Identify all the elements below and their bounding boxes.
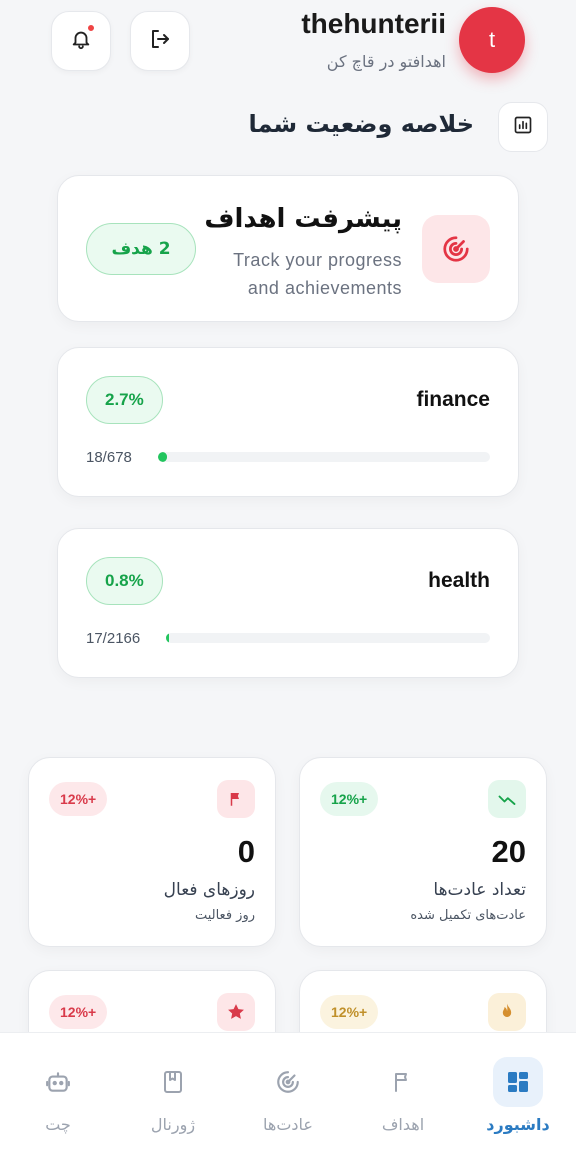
app-tagline: اهدافتو در قاچ کن [326, 52, 446, 71]
nav-item-dashboard[interactable]: داشبورد [468, 1057, 568, 1141]
trend-badge: 12%+ [49, 782, 108, 816]
goal-percent-badge: 2.7% [86, 376, 163, 424]
notification-dot [86, 23, 96, 33]
trend-badge: 12%+ [320, 782, 379, 816]
stat-sublabel: عادت‌های تکمیل شده [410, 908, 526, 923]
goal-count-badge: 2 هدف [86, 223, 196, 275]
star-icon [217, 993, 255, 1031]
book-icon [148, 1057, 198, 1107]
bar-chart-icon [513, 115, 533, 139]
goal-name: health [428, 569, 490, 592]
trend-badge: 12%+ [49, 995, 108, 1029]
nav-label: اهداف [381, 1115, 425, 1134]
stat-value: 20 [491, 834, 526, 869]
logout-icon [148, 27, 172, 55]
nav-item-habits[interactable]: عادت‌ها [238, 1057, 338, 1141]
stat-value: 0 [237, 834, 255, 869]
stat-card-active-days[interactable]: 12%+ 0 روزهای فعال روز فعالیت [28, 757, 276, 947]
target-icon [263, 1057, 313, 1107]
stat-sublabel: روز فعالیت [194, 908, 255, 923]
nav-item-journal[interactable]: ژورنال [123, 1057, 223, 1141]
avatar[interactable]: t [459, 7, 525, 73]
goal-card-finance[interactable]: finance 2.7% 18/678 [57, 347, 519, 497]
goal-percent-badge: 0.8% [86, 557, 163, 605]
nav-item-goals[interactable]: اهداف [353, 1057, 453, 1141]
dashboard-icon [493, 1057, 543, 1107]
nav-label: عادت‌ها [263, 1115, 313, 1134]
trend-badge: 12%+ [320, 995, 379, 1029]
flag-icon [217, 780, 255, 818]
goal-name: finance [416, 388, 490, 411]
nav-label: چت [45, 1115, 71, 1134]
bottom-navigation: داشبورد اهداف عادت‌ها ژورنال [0, 1032, 576, 1152]
username: thehunterii [301, 8, 446, 39]
goal-fraction: 18/678 [86, 449, 132, 466]
trend-icon [488, 780, 526, 818]
notifications-button[interactable] [51, 11, 111, 71]
nav-item-chat[interactable]: چت [8, 1057, 108, 1141]
goal-card-health[interactable]: health 0.8% 17/2166 [57, 528, 519, 678]
goal-progress-description: Track your progress and achievements [233, 250, 402, 298]
stat-label: تعداد عادت‌ها [433, 880, 526, 900]
logout-button[interactable] [130, 11, 190, 71]
chart-button[interactable] [498, 102, 548, 152]
goal-progress-bar [166, 633, 490, 643]
stat-label: روزهای فعال [163, 880, 255, 900]
bot-icon [33, 1057, 83, 1107]
goal-progress-fill [158, 452, 167, 462]
goal-progress-bar [158, 452, 490, 462]
goal-progress-fill [166, 633, 169, 643]
stat-card-habits[interactable]: 12%+ 20 تعداد عادت‌ها عادت‌های تکمیل شده [299, 757, 547, 947]
nav-label: ژورنال [150, 1115, 196, 1134]
nav-label: داشبورد [486, 1115, 550, 1134]
target-icon [422, 215, 490, 283]
goal-progress-card[interactable]: پیشرفت اهداف Track your progress and ach… [57, 175, 519, 322]
goal-fraction: 17/2166 [86, 630, 141, 647]
section-title: خلاصه وضعیت شما [248, 110, 474, 138]
flag-icon [378, 1057, 428, 1107]
fire-icon [488, 993, 526, 1031]
goal-progress-title: پیشرفت اهداف [204, 204, 402, 234]
